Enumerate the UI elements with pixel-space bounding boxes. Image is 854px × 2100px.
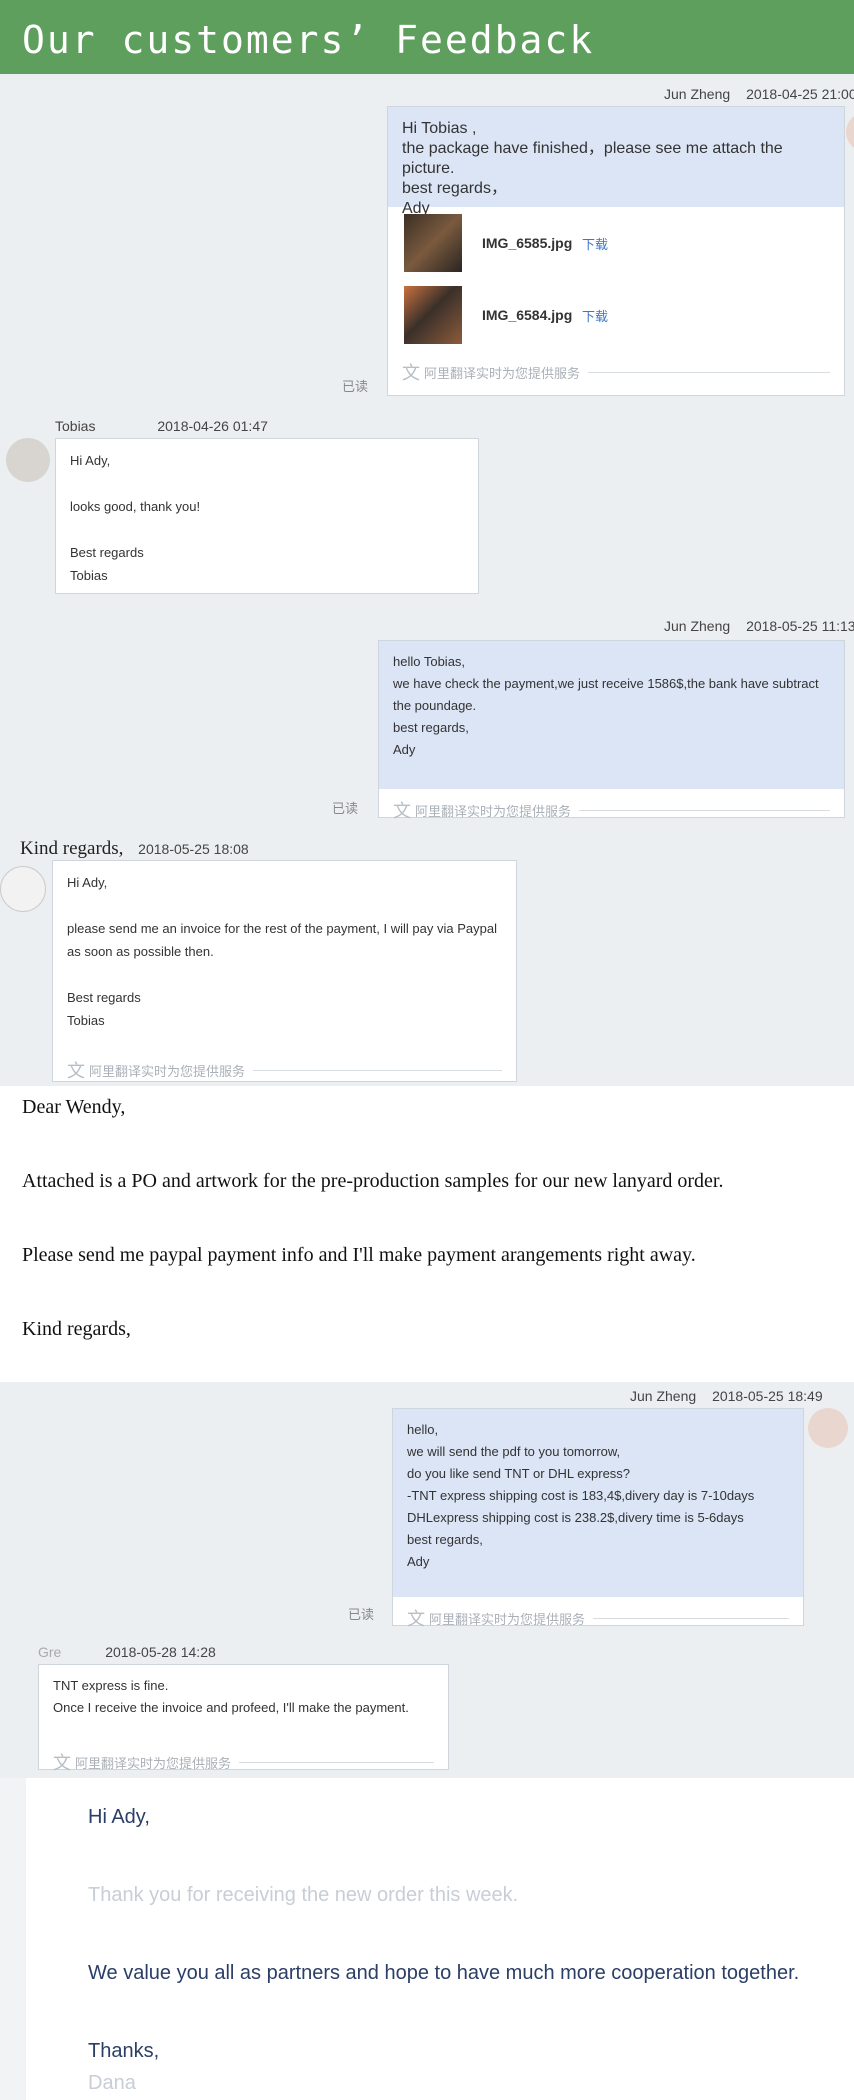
image-thumbnail[interactable]	[404, 214, 462, 272]
sender-name: Jun Zheng	[664, 618, 731, 634]
translate-text: 阿里翻译实时为您提供服务	[415, 803, 572, 819]
sidebar-rail	[0, 1778, 26, 2100]
message-bubble: hello Tobias, we have check the payment,…	[378, 640, 845, 822]
sender-name: Jun Zheng	[630, 1388, 697, 1404]
translate-icon: 文	[67, 1061, 85, 1082]
message-text: Hi Tobias , the package have finished，pl…	[388, 107, 844, 217]
translate-bar: 文 阿里翻译实时为您提供服务	[393, 1597, 803, 1639]
message-meta: Tobias 2018-04-26 01:47	[55, 418, 268, 434]
page-title: Our customers’ Feedback	[22, 18, 595, 62]
page-header: Our customers’ Feedback	[0, 0, 854, 74]
email-excerpt: Dear Wendy, Attached is a PO and artwork…	[0, 1086, 854, 1382]
email-line: We value you all as partners and hope to…	[88, 1962, 800, 1984]
message-bubble: Hi Ady, looks good, thank you! Best rega…	[55, 438, 479, 594]
email-excerpt: Hi Ady, Thank you for receiving the new …	[0, 1778, 854, 2100]
message-meta: Kind regards, 2018-05-25 18:08	[20, 838, 249, 860]
sender-name: Jun Zheng	[664, 86, 731, 102]
translate-icon: 文	[407, 1609, 425, 1630]
message-bubble: Hi Ady, please send me an invoice for th…	[52, 860, 517, 1082]
message-bubble: TNT express is fine. Once I receive the …	[38, 1664, 449, 1774]
translate-text: 阿里翻译实时为您提供服务	[429, 1611, 586, 1627]
message-meta: Jun Zheng 2018-04-25 21:00	[664, 86, 854, 102]
translate-icon: 文	[53, 1753, 71, 1774]
message-time: 2018-05-28 14:28	[105, 1644, 216, 1660]
message-meta: Jun Zheng 2018-05-25 11:13	[664, 618, 854, 634]
sender-name: Kind regards,	[20, 838, 124, 859]
translate-bar: 文 阿里翻译实时为您提供服务	[388, 351, 844, 393]
email-line: Thank you for receiving the new order th…	[88, 1884, 519, 1906]
image-thumbnail[interactable]	[404, 286, 462, 344]
read-status: 已读	[348, 1607, 375, 1622]
read-status: 已读	[332, 801, 359, 816]
message-time: 2018-05-25 18:08	[138, 841, 249, 857]
message-time: 2018-04-26 01:47	[157, 418, 268, 434]
email-closing: Thanks,	[88, 2040, 160, 2062]
message-text: hello, we will send the pdf to you tomor…	[393, 1409, 803, 1597]
avatar	[0, 866, 46, 912]
translate-text: 阿里翻译实时为您提供服务	[89, 1063, 246, 1079]
sender-name: Gre	[38, 1644, 62, 1660]
download-link[interactable]: 下载	[582, 234, 608, 253]
email-signature: Dana	[88, 2072, 136, 2094]
email-greeting: Dear Wendy,	[22, 1096, 126, 1118]
download-link[interactable]: 下载	[582, 306, 608, 325]
message-text: hello Tobias, we have check the payment,…	[379, 641, 844, 789]
translate-icon: 文	[402, 363, 420, 384]
translate-text: 阿里翻译实时为您提供服务	[75, 1755, 232, 1771]
message-bubble: hello, we will send the pdf to you tomor…	[392, 1408, 804, 1630]
message-time: 2018-04-25 21:00	[746, 86, 854, 102]
attachment-name: IMG_6584.jpg	[482, 307, 573, 323]
message-time: 2018-05-25 11:13	[746, 618, 854, 634]
attachment-name: IMG_6585.jpg	[482, 235, 573, 251]
avatar	[6, 438, 50, 482]
translate-bar: 文 阿里翻译实时为您提供服务	[379, 789, 844, 831]
email-greeting: Hi Ady,	[88, 1806, 150, 1828]
translate-icon: 文	[393, 801, 411, 822]
message-text: TNT express is fine. Once I receive the …	[53, 1678, 409, 1715]
email-line: Please send me paypal payment info and I…	[22, 1244, 696, 1266]
avatar	[808, 1408, 848, 1448]
attachment-item[interactable]: IMG_6585.jpg 下载	[388, 207, 844, 279]
translate-text: 阿里翻译实时为您提供服务	[424, 365, 581, 381]
read-status: 已读	[342, 379, 369, 394]
translate-bar: 文 阿里翻译实时为您提供服务	[39, 1741, 448, 1783]
message-text: Hi Ady, please send me an invoice for th…	[67, 875, 497, 1028]
message-time: 2018-05-25 18:49	[712, 1388, 823, 1404]
sender-name: Tobias	[55, 418, 96, 434]
attachment-item[interactable]: IMG_6584.jpg 下载	[388, 279, 844, 351]
message-bubble: Hi Tobias , the package have finished，pl…	[387, 106, 845, 396]
message-meta: Gre 2018-05-28 14:28	[38, 1644, 216, 1660]
message-text: Hi Ady, looks good, thank you! Best rega…	[70, 453, 201, 583]
translate-bar: 文 阿里翻译实时为您提供服务	[53, 1049, 516, 1091]
email-closing: Kind regards,	[22, 1318, 131, 1340]
message-meta: Jun Zheng 2018-05-25 18:49	[630, 1388, 823, 1404]
email-line: Attached is a PO and artwork for the pre…	[22, 1170, 724, 1192]
